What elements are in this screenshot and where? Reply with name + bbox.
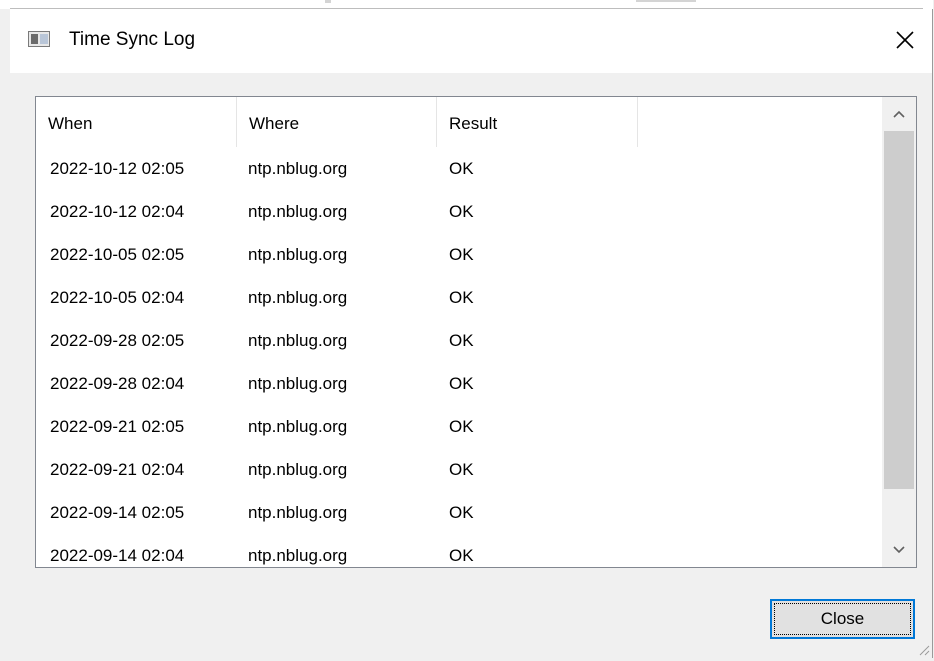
cell-result: OK [449, 417, 474, 436]
table-row[interactable]: 2022-09-14 02:04 ntp.nblug.org OK [36, 538, 881, 567]
table-row[interactable]: 2022-09-28 02:05 ntp.nblug.org OK [36, 323, 881, 366]
resize-grip-icon[interactable] [916, 642, 930, 656]
table-row[interactable]: 2022-10-12 02:05 ntp.nblug.org OK [36, 151, 881, 194]
table-row[interactable]: 2022-09-21 02:04 ntp.nblug.org OK [36, 452, 881, 495]
list-header: When Where Result [36, 97, 881, 147]
cell-where: ntp.nblug.org [248, 331, 348, 350]
cell-where: ntp.nblug.org [248, 503, 348, 522]
cell-where: ntp.nblug.org [248, 245, 348, 264]
cell-result: OK [449, 202, 474, 221]
cell-result: OK [449, 460, 474, 479]
cell-where: ntp.nblug.org [248, 374, 348, 393]
column-header-when[interactable]: When [36, 97, 237, 147]
close-icon[interactable] [892, 27, 918, 53]
cell-when: 2022-09-14 02:04 [50, 546, 185, 565]
cell-result: OK [449, 245, 474, 264]
title-bar[interactable]: Time Sync Log [10, 9, 932, 73]
cell-where: ntp.nblug.org [248, 546, 348, 565]
table-row[interactable]: 2022-10-05 02:05 ntp.nblug.org OK [36, 237, 881, 280]
cell-where: ntp.nblug.org [248, 417, 348, 436]
app-window-icon [28, 31, 50, 47]
window-title: Time Sync Log [69, 29, 196, 50]
sync-log-list[interactable]: When Where Result 2022-10-12 02:05 ntp.n… [35, 96, 917, 568]
cell-result: OK [449, 546, 474, 565]
list-rows: 2022-10-12 02:05 ntp.nblug.org OK 2022-1… [36, 151, 881, 567]
column-header-result[interactable]: Result [437, 97, 638, 147]
cell-when: 2022-09-28 02:04 [50, 374, 185, 393]
cell-when: 2022-10-05 02:05 [50, 245, 185, 264]
cell-when: 2022-09-28 02:05 [50, 331, 185, 350]
table-row[interactable]: 2022-10-05 02:04 ntp.nblug.org OK [36, 280, 881, 323]
cell-result: OK [449, 288, 474, 307]
cell-when: 2022-10-05 02:04 [50, 288, 185, 307]
cell-when: 2022-09-21 02:05 [50, 417, 185, 436]
column-header-where[interactable]: Where [237, 97, 437, 147]
close-button[interactable]: Close [770, 599, 915, 639]
cell-when: 2022-10-12 02:04 [50, 202, 185, 221]
table-row[interactable]: 2022-09-28 02:04 ntp.nblug.org OK [36, 366, 881, 409]
chevron-up-icon[interactable] [882, 97, 916, 131]
cell-where: ntp.nblug.org [248, 288, 348, 307]
cell-when: 2022-09-21 02:04 [50, 460, 185, 479]
chevron-down-icon[interactable] [882, 533, 916, 567]
time-sync-log-window: Time Sync Log When Where Result 2022-10-… [0, 0, 933, 658]
vertical-scrollbar[interactable] [882, 97, 916, 567]
background-window-edge [0, 0, 933, 9]
cell-where: ntp.nblug.org [248, 460, 348, 479]
cell-result: OK [449, 374, 474, 393]
cell-where: ntp.nblug.org [248, 159, 348, 178]
cell-when: 2022-10-12 02:05 [50, 159, 185, 178]
table-row[interactable]: 2022-09-21 02:05 ntp.nblug.org OK [36, 409, 881, 452]
table-row[interactable]: 2022-09-14 02:05 ntp.nblug.org OK [36, 495, 881, 538]
scrollbar-thumb[interactable] [884, 131, 914, 489]
cell-where: ntp.nblug.org [248, 202, 348, 221]
cell-result: OK [449, 503, 474, 522]
table-row[interactable]: 2022-10-12 02:04 ntp.nblug.org OK [36, 194, 881, 237]
cell-result: OK [449, 331, 474, 350]
cell-when: 2022-09-14 02:05 [50, 503, 185, 522]
cell-result: OK [449, 159, 474, 178]
